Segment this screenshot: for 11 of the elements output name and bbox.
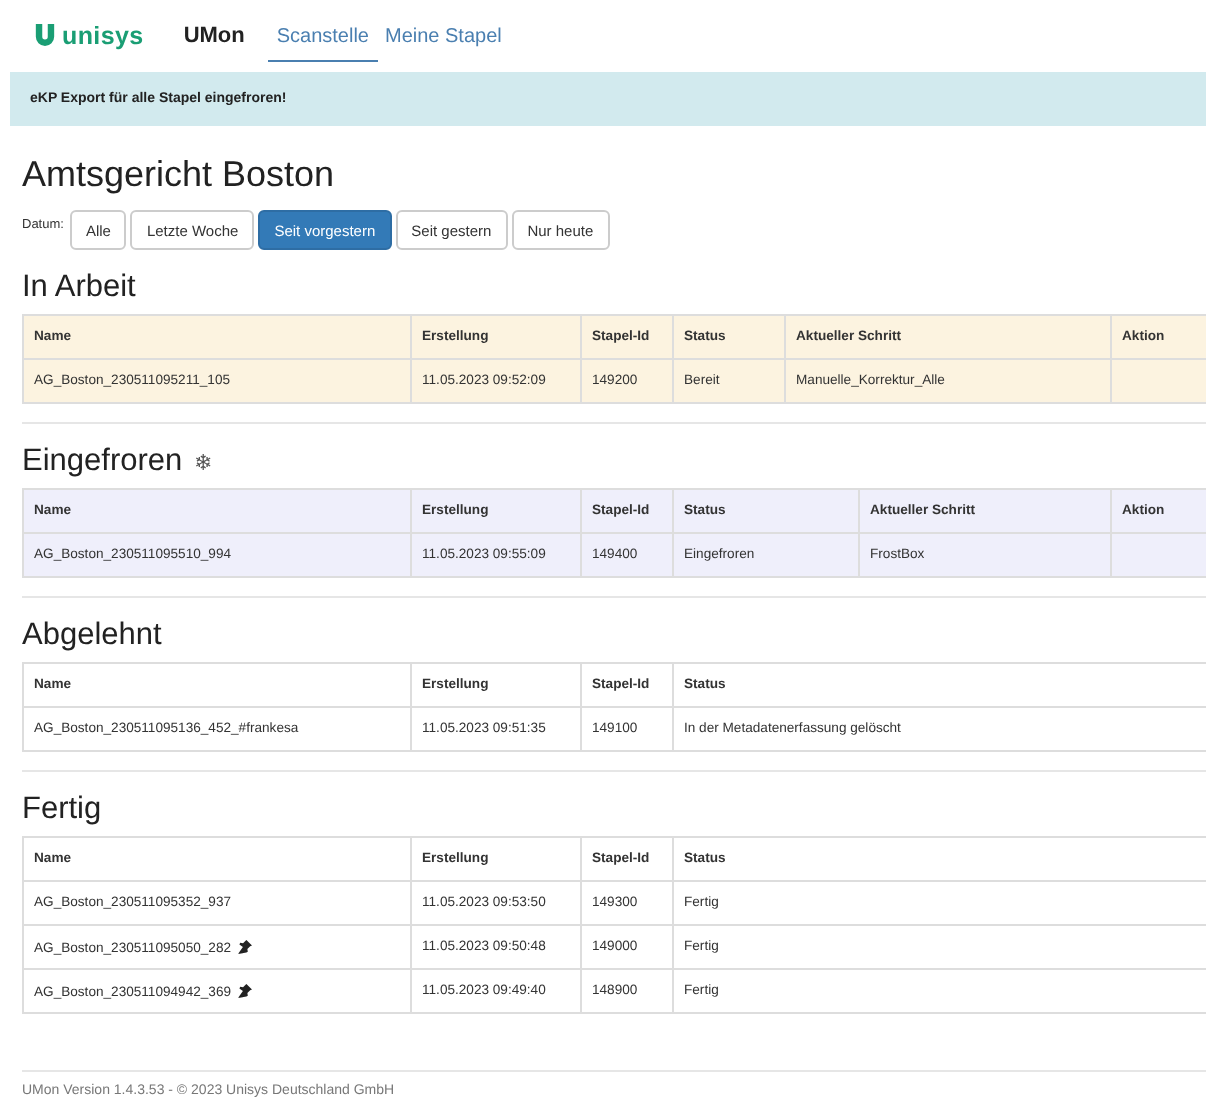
nav-tab[interactable]: Scanstelle xyxy=(268,9,377,61)
section-title: Eingefroren xyxy=(22,444,183,480)
section-title: Fertig xyxy=(22,792,102,828)
nav-tab[interactable]: Meine Stapel xyxy=(377,9,510,61)
app-name[interactable]: UMon xyxy=(183,23,245,47)
brand-name: unisys xyxy=(62,21,144,49)
page-title: Amtsgericht Boston xyxy=(22,154,337,196)
snowflake-icon: ❄ xyxy=(194,449,213,475)
section-title: Abgelehnt xyxy=(22,618,162,654)
logo-icon xyxy=(34,24,56,46)
section-title: In Arbeit xyxy=(22,270,136,306)
